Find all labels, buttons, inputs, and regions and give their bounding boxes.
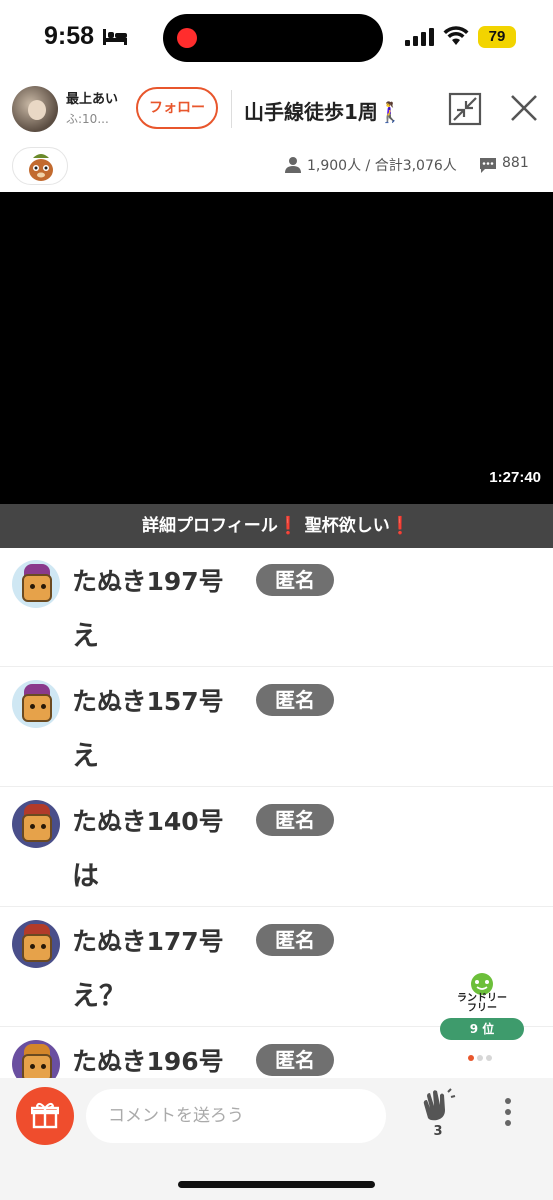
minimize-icon[interactable] (448, 92, 482, 126)
more-options-button[interactable] (498, 1098, 518, 1134)
tanuki-avatar (12, 920, 60, 968)
banner-text-profile: 詳細プロフィール (142, 516, 278, 536)
sleep-mode-icon (103, 29, 127, 45)
header-divider (231, 90, 232, 128)
comment-author: たぬき177号 (72, 927, 224, 956)
wifi-icon (443, 26, 469, 45)
comment-count: 881 (502, 155, 529, 171)
tanuki-face-icon (22, 574, 52, 602)
dynamic-island (163, 14, 383, 62)
comment-item[interactable]: たぬき197号 匿名 え (0, 548, 553, 667)
comment-author: たぬき196号 (72, 1047, 224, 1076)
status-time: 9:58 (44, 22, 95, 50)
comment-input[interactable] (86, 1089, 386, 1143)
stream-duration: 1:27:40 (489, 469, 541, 486)
comment-count-icon (480, 158, 496, 173)
more-dot-icon (505, 1098, 511, 1104)
tanuki-face-icon (22, 1054, 52, 1078)
stream-stats-bar: 1,900人 / 合計3,076人 881 (0, 145, 553, 187)
live-stream-screen: 9:58 79 最上あい ふ:10... フォロー 山手線 (0, 0, 553, 1200)
clap-button[interactable]: 3 (418, 1088, 458, 1144)
follow-button[interactable]: フォロー (136, 87, 218, 129)
comment-item[interactable]: たぬき157号 匿名 え (0, 668, 553, 787)
tanuki-face-icon (22, 814, 52, 842)
tanuki-face-icon (22, 694, 52, 722)
stream-header: 最上あい ふ:10... フォロー 山手線徒歩1周🚶‍♀️ (0, 78, 553, 140)
comment-author: たぬき197号 (72, 567, 224, 596)
battery-indicator: 79 (478, 26, 516, 48)
anonymous-badge: 匿名 (256, 804, 334, 836)
viewer-icon (285, 157, 301, 173)
comment-item[interactable]: たぬき140号 匿名 は (0, 788, 553, 907)
ranking-position: 9 位 (440, 1018, 524, 1040)
tanuki-face-icon (22, 934, 52, 962)
clap-count: 3 (433, 1124, 443, 1139)
anonymous-badge: 匿名 (256, 924, 334, 956)
streamer-avatar[interactable] (12, 86, 58, 132)
comment-author: たぬき140号 (72, 807, 224, 836)
stream-title: 山手線徒歩1周🚶‍♀️ (244, 100, 403, 124)
home-indicator[interactable] (178, 1181, 375, 1188)
ranking-widget[interactable]: ランドリー フリー 9 位 (440, 972, 524, 1062)
comment-text: え？ (72, 981, 126, 1012)
tanuki-badge-icon[interactable] (12, 147, 68, 185)
video-player[interactable]: 1:27:40 (0, 192, 553, 504)
bottom-bar: 3 (0, 1078, 553, 1200)
streamer-fan-level: ふ:10... (66, 112, 109, 126)
tanuki-avatar (12, 800, 60, 848)
ranking-page-dots (468, 1046, 498, 1061)
clap-icon (423, 1088, 456, 1121)
profile-banner[interactable]: 詳細プロフィール❗ 聖杯欲しい❗ (0, 504, 553, 548)
gift-button[interactable] (16, 1087, 74, 1145)
anonymous-badge: 匿名 (256, 564, 334, 596)
streamer-name[interactable]: 最上あい (66, 88, 118, 107)
recording-indicator-icon (177, 28, 197, 48)
status-bar: 9:58 79 (0, 0, 553, 75)
comment-text: え (72, 621, 99, 652)
cellular-signal-icon (405, 28, 434, 46)
tanuki-avatar (12, 680, 60, 728)
comment-author: たぬき157号 (72, 687, 224, 716)
viewer-count: 1,900人 / 合計3,076人 (307, 158, 457, 174)
comment-text: え (72, 741, 99, 772)
ranking-logo-text: ランドリー フリー (440, 994, 524, 1014)
exclamation-icon: ❗ (277, 516, 299, 536)
ranking-logo-line2: フリー (467, 1003, 497, 1014)
gift-icon (31, 1102, 59, 1129)
tanuki-avatar (12, 1040, 60, 1078)
exclamation-icon: ❗ (389, 516, 411, 536)
close-icon[interactable] (508, 92, 540, 124)
comment-text: は (72, 861, 99, 892)
anonymous-badge: 匿名 (256, 684, 334, 716)
banner-text-wish: 聖杯欲しい (304, 516, 390, 536)
tanuki-avatar (12, 560, 60, 608)
anonymous-badge: 匿名 (256, 1044, 334, 1076)
